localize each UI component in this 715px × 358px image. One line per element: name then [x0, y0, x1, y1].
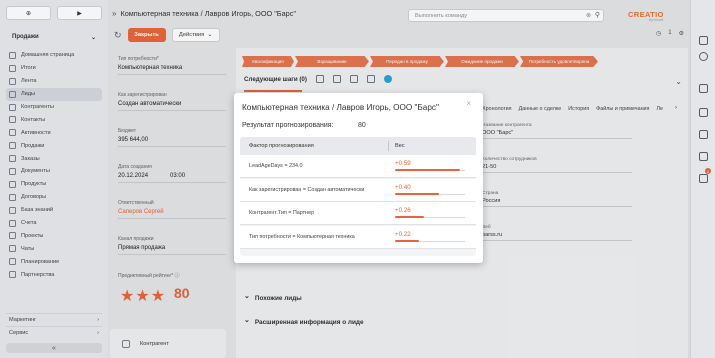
weight-bar: [395, 169, 460, 172]
factor-name: Тип потребности = Компьютерная техника: [249, 233, 355, 240]
table-row: Как зарегистрирован = Создан автоматичес…: [240, 178, 476, 202]
weight-bar: [395, 216, 424, 219]
modal-title: Компьютерная техника / Лавров Игорь, ООО…: [242, 103, 439, 112]
result-value: 80: [358, 122, 366, 129]
table-row: Контрагент.Тип = Партнер +0.26: [240, 202, 476, 225]
factor-name: LeadAgeDays = 234.0: [249, 163, 303, 169]
weight-bar: [395, 239, 420, 242]
table-header: Фактор прогнозирования Вес: [240, 137, 476, 155]
table-row: Тип потребности = Компьютерная техника +0…: [240, 225, 476, 249]
factor-weight: +0.40: [395, 183, 411, 191]
factor-weight: +0.59: [395, 160, 411, 167]
result-label: Результат прогнозирования:: [242, 122, 334, 129]
factor-name: Как зарегистрирован = Создан автоматичес…: [249, 186, 365, 193]
column-factor: Фактор прогнозирования: [249, 143, 314, 149]
factor-weight: +0.26: [395, 207, 411, 214]
prediction-modal: Компьютерная техника / Лавров Игорь, ООО…: [234, 93, 483, 263]
weight-bar: [395, 192, 439, 195]
close-icon[interactable]: ×: [466, 99, 471, 108]
factor-name: Контрагент.Тип = Партнер: [249, 210, 315, 216]
column-weight: Вес: [395, 143, 405, 149]
factor-weight: +0.22: [395, 230, 411, 238]
factors-table: Фактор прогнозирования Вес LeadAgeDays =…: [240, 137, 476, 256]
table-row: LeadAgeDays = 234.0 +0.59: [240, 155, 476, 178]
